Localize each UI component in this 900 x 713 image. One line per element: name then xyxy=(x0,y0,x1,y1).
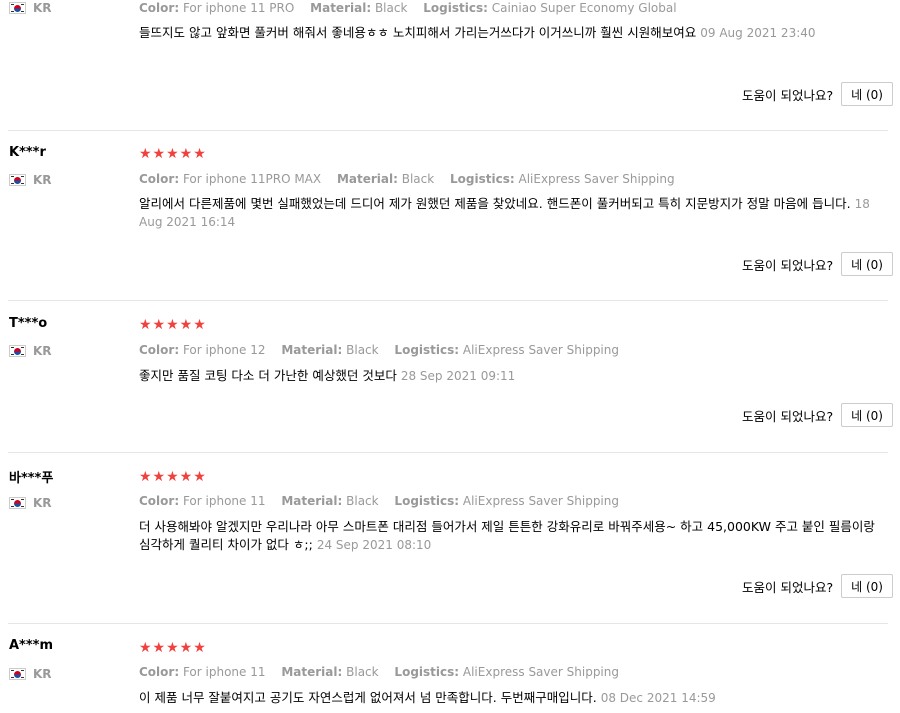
material-value: Black xyxy=(346,343,379,357)
logistics-value: AliExpress Saver Shipping xyxy=(462,494,619,508)
korea-flag-icon xyxy=(9,345,26,357)
korea-flag-icon xyxy=(9,174,26,186)
helpful-label: 도움이 되었나요? xyxy=(742,408,834,424)
logistics-value: AliExpress Saver Shipping xyxy=(462,343,619,357)
review-date: 09 Aug 2021 23:40 xyxy=(700,26,816,40)
review-attributes: Color: For iphone 11 Material: Black Log… xyxy=(139,665,619,679)
helpful-label: 도움이 되었나요? xyxy=(742,87,834,103)
helpful-yes-button[interactable]: 네 (0) xyxy=(841,82,893,106)
helpful-vote: 도움이 되었나요? 네 (0) xyxy=(742,574,893,598)
country: KR xyxy=(9,667,52,681)
korea-flag-icon xyxy=(9,497,26,509)
country: KR xyxy=(9,496,52,510)
helpful-label: 도움이 되었나요? xyxy=(742,579,834,595)
review-date: 24 Sep 2021 08:10 xyxy=(316,538,432,552)
star-rating: ★★★★★ xyxy=(139,317,207,333)
review-text: 더 사용해봐야 알겠지만 우리나라 아무 스마트폰 대리점 들어가서 제일 튼튼… xyxy=(139,518,884,554)
reviewer-name: K***r xyxy=(9,145,46,160)
country-code: KR xyxy=(33,173,52,187)
material-label: Material: xyxy=(310,1,372,15)
reviewer-name: 바***푸 xyxy=(9,471,54,486)
review-date: 28 Sep 2021 09:11 xyxy=(400,369,516,383)
country: KR xyxy=(9,1,52,15)
country: KR xyxy=(9,344,52,358)
logistics-label: Logistics: xyxy=(423,1,488,15)
logistics-value: AliExpress Saver Shipping xyxy=(462,665,619,679)
color-value: For iphone 11 PRO xyxy=(182,1,295,15)
star-rating: ★★★★★ xyxy=(139,146,207,162)
review-text: 들뜨지도 않고 앞화면 풀커버 해줘서 좋네용ㅎㅎ 노치피해서 가리는거쓰다가 … xyxy=(139,24,884,42)
material-value: Black xyxy=(346,494,379,508)
review-body: 좋지만 품질 코팅 다소 더 가난한 예상했던 것보다 xyxy=(139,368,397,383)
country: KR xyxy=(9,173,52,187)
country-code: KR xyxy=(33,667,52,681)
logistics-label: Logistics: xyxy=(394,494,460,508)
logistics-label: Logistics: xyxy=(450,172,515,186)
color-label: Color: xyxy=(139,665,180,679)
material-label: Material: xyxy=(281,665,343,679)
material-value: Black xyxy=(401,172,435,186)
helpful-vote: 도움이 되었나요? 네 (0) xyxy=(742,403,893,427)
review-body: 알리에서 다른제품에 몇번 실패했었는데 드디어 제가 원했던 제품을 찾았네요… xyxy=(139,196,851,211)
color-value: For iphone 12 xyxy=(182,343,266,357)
logistics-value: Cainiao Super Economy Global xyxy=(491,1,677,15)
country-code: KR xyxy=(33,496,52,510)
color-value: For iphone 11PRO MAX xyxy=(182,172,322,186)
korea-flag-icon xyxy=(9,2,26,14)
star-rating: ★★★★★ xyxy=(139,640,207,656)
divider xyxy=(8,300,888,301)
divider xyxy=(8,623,888,624)
divider xyxy=(8,130,888,131)
color-label: Color: xyxy=(139,172,180,186)
logistics-label: Logistics: xyxy=(394,343,460,357)
color-value: For iphone 11 xyxy=(182,665,266,679)
color-label: Color: xyxy=(139,343,180,357)
helpful-yes-button[interactable]: 네 (0) xyxy=(841,574,893,598)
logistics-value: AliExpress Saver Shipping xyxy=(518,172,675,186)
helpful-vote: 도움이 되었나요? 네 (0) xyxy=(742,252,893,276)
divider xyxy=(8,452,888,453)
helpful-vote: 도움이 되었나요? 네 (0) xyxy=(742,82,893,106)
reviewer-name: A***m xyxy=(9,638,54,653)
review-date: 08 Dec 2021 14:59 xyxy=(600,691,716,705)
review-text: 알리에서 다른제품에 몇번 실패했었는데 드디어 제가 원했던 제품을 찾았네요… xyxy=(139,195,884,231)
review-text: 좋지만 품질 코팅 다소 더 가난한 예상했던 것보다 28 Sep 2021 0… xyxy=(139,367,884,385)
material-value: Black xyxy=(374,1,408,15)
material-label: Material: xyxy=(336,172,398,186)
reviewer-name: T***o xyxy=(9,316,48,331)
material-label: Material: xyxy=(281,494,343,508)
country-code: KR xyxy=(33,344,52,358)
review-body: 이 제품 너무 잘붙여지고 공기도 자연스럽게 없어져서 넘 만족합니다. 두번… xyxy=(139,690,597,705)
material-label: Material: xyxy=(281,343,343,357)
helpful-yes-button[interactable]: 네 (0) xyxy=(841,252,893,276)
review-attributes: Color: For iphone 11 PRO Material: Black… xyxy=(139,1,677,15)
review-text: 이 제품 너무 잘붙여지고 공기도 자연스럽게 없어져서 넘 만족합니다. 두번… xyxy=(139,689,884,707)
review-body: 더 사용해봐야 알겠지만 우리나라 아무 스마트폰 대리점 들어가서 제일 튼튼… xyxy=(139,519,875,552)
material-value: Black xyxy=(346,665,379,679)
color-label: Color: xyxy=(139,1,180,15)
color-label: Color: xyxy=(139,494,180,508)
color-value: For iphone 11 xyxy=(182,494,266,508)
review-attributes: Color: For iphone 11 Material: Black Log… xyxy=(139,494,619,508)
helpful-yes-button[interactable]: 네 (0) xyxy=(841,403,893,427)
review-body: 들뜨지도 않고 앞화면 풀커버 해줘서 좋네용ㅎㅎ 노치피해서 가리는거쓰다가 … xyxy=(139,25,697,40)
star-rating: ★★★★★ xyxy=(139,469,207,485)
review-attributes: Color: For iphone 11PRO MAX Material: Bl… xyxy=(139,172,675,186)
helpful-label: 도움이 되었나요? xyxy=(742,257,834,273)
logistics-label: Logistics: xyxy=(394,665,460,679)
korea-flag-icon xyxy=(9,668,26,680)
country-code: KR xyxy=(33,1,52,15)
review-attributes: Color: For iphone 12 Material: Black Log… xyxy=(139,343,619,357)
